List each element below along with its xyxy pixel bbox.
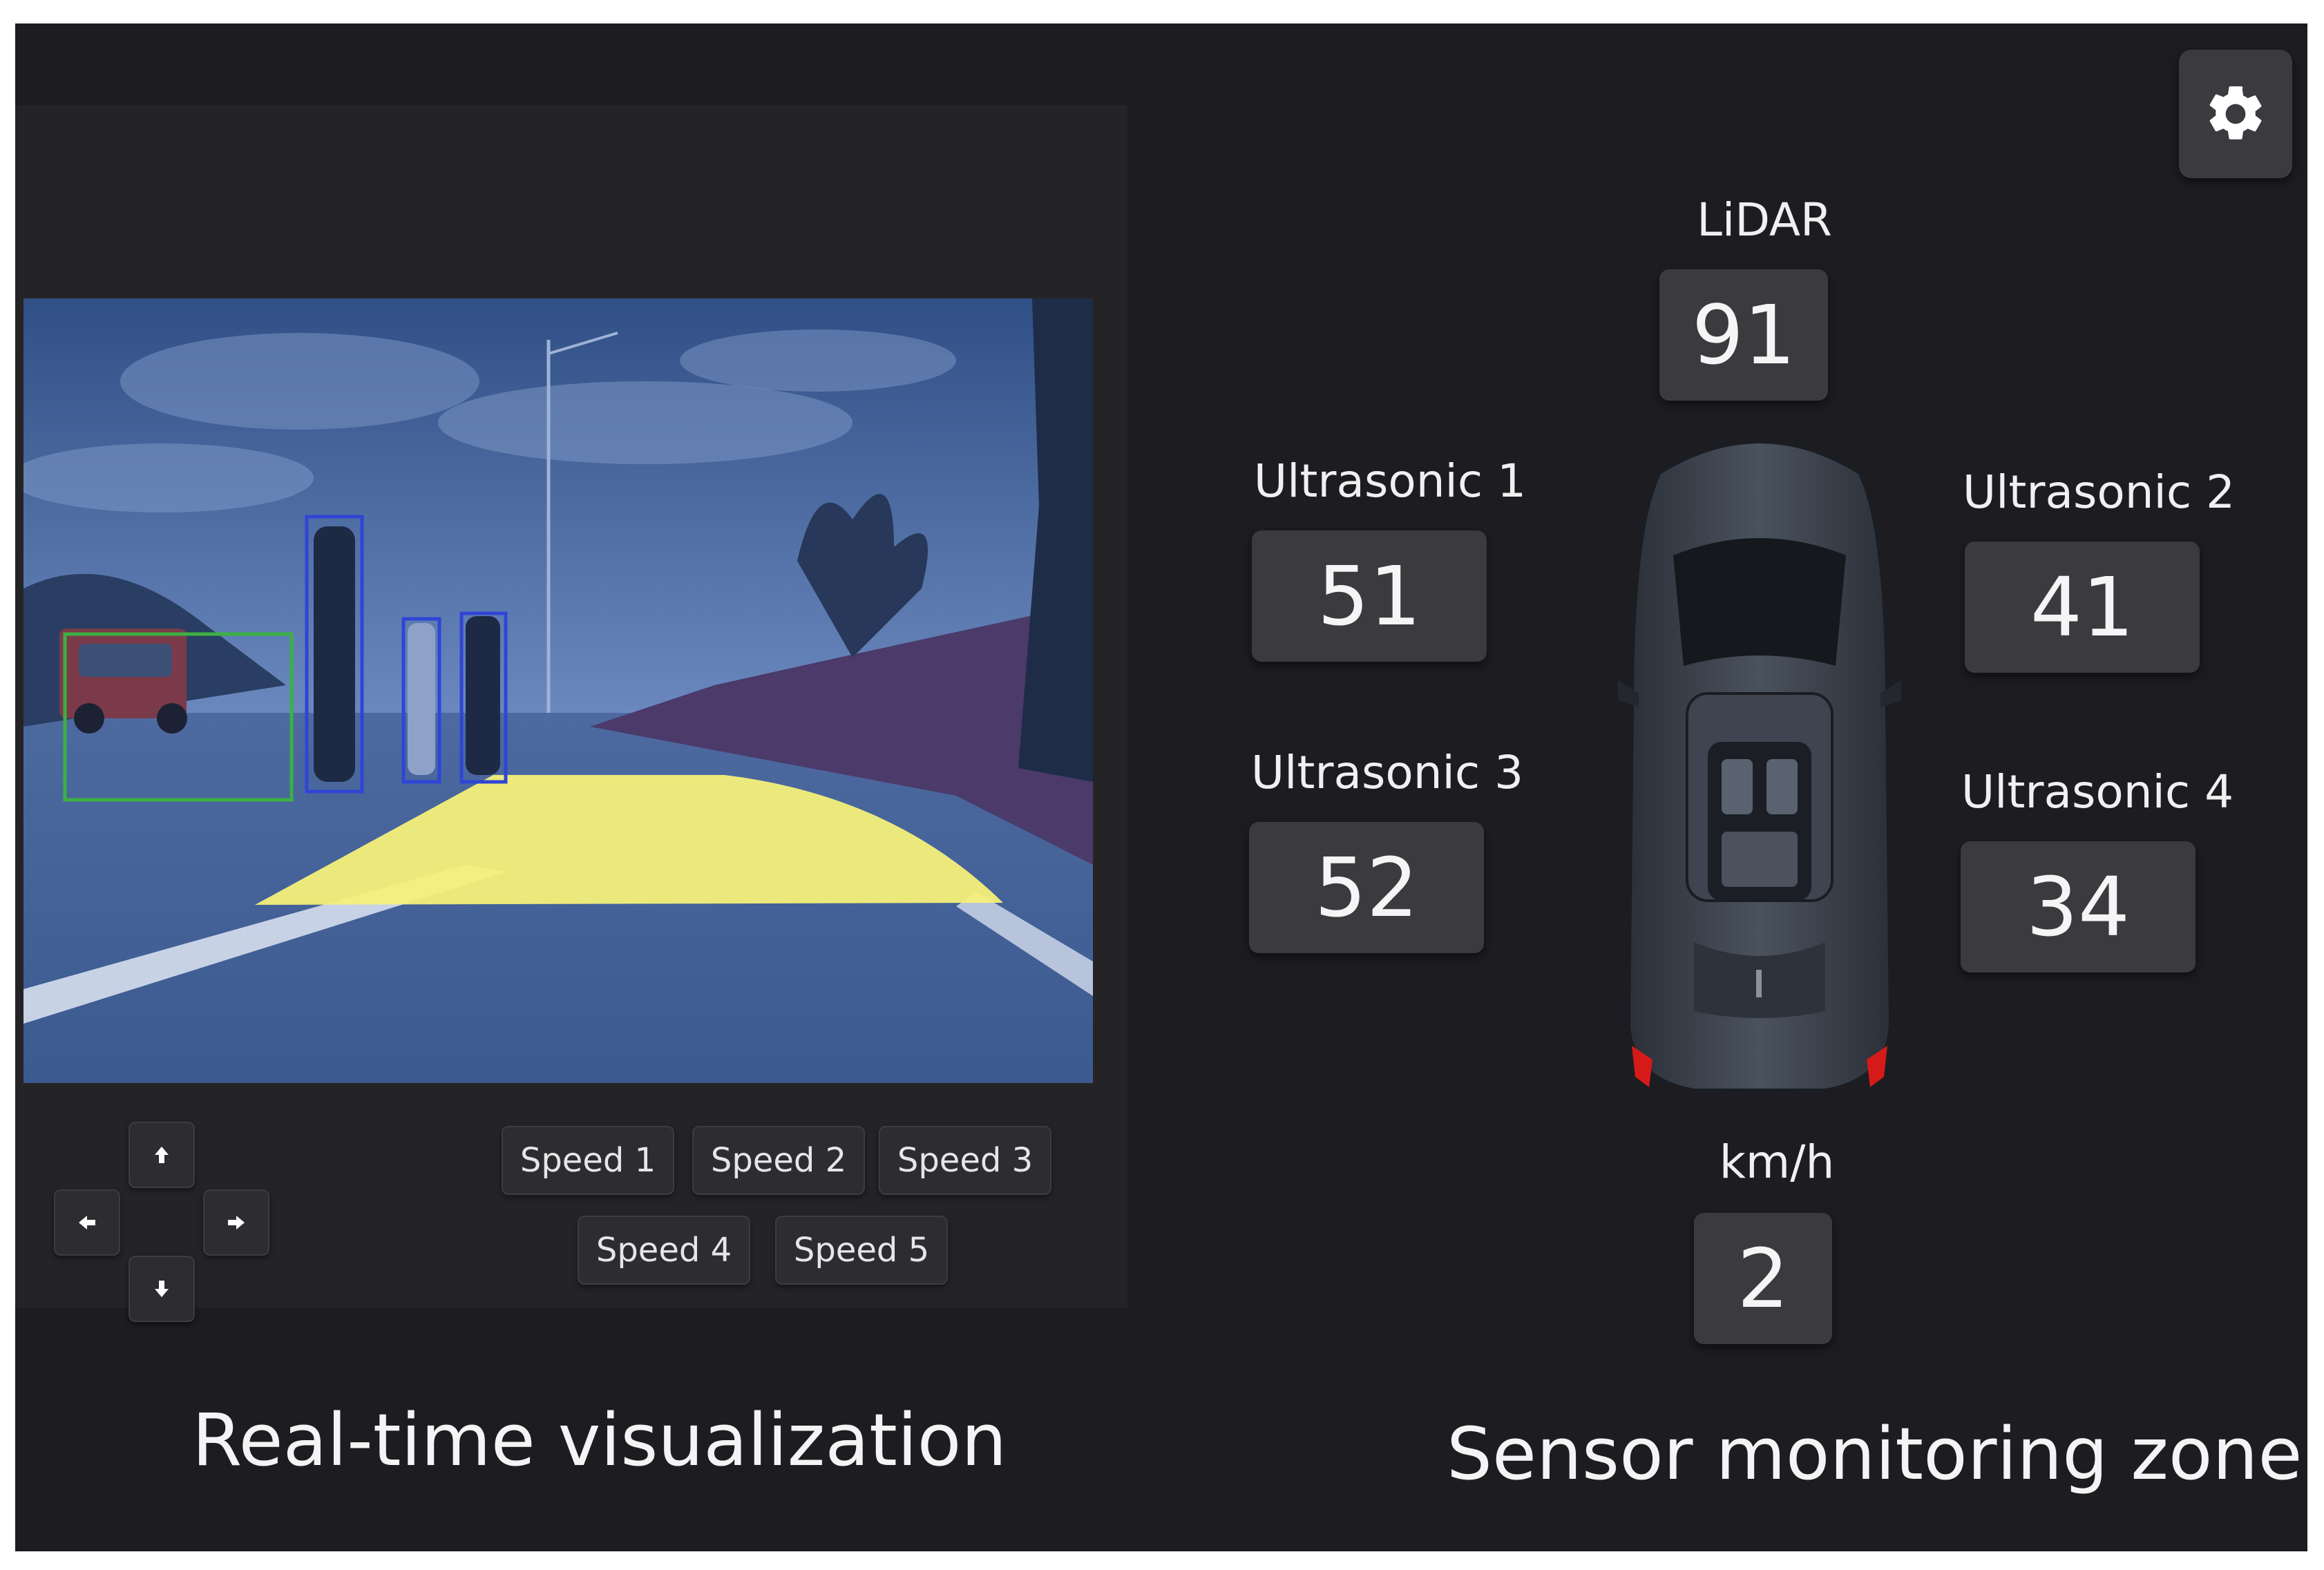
- ultrasonic-2-value: 41: [1965, 542, 2200, 673]
- arrow-right-icon: [228, 1216, 245, 1229]
- lidar-value: 91: [1659, 269, 1828, 401]
- app-window: Speed 1 Speed 2 Speed 3 Speed 4 Speed 5 …: [15, 23, 2307, 1551]
- speed-unit-label: km/h: [1719, 1136, 1835, 1189]
- ultrasonic-4-value: 34: [1961, 841, 2196, 973]
- speed-2-button[interactable]: Speed 2: [692, 1126, 865, 1195]
- camera-frame: [23, 298, 1093, 1083]
- sensor-caption: Sensor monitoring zone: [1447, 1412, 2303, 1496]
- car-illustration: [1618, 439, 1901, 1093]
- ultrasonic-1-label: Ultrasonic 1: [1253, 454, 1527, 508]
- move-down-button[interactable]: [128, 1256, 195, 1322]
- speed-4-button[interactable]: Speed 4: [578, 1216, 750, 1285]
- speed-5-button[interactable]: Speed 5: [775, 1216, 948, 1285]
- arrow-left-icon: [79, 1216, 95, 1229]
- ultrasonic-2-label: Ultrasonic 2: [1962, 466, 2236, 519]
- move-up-button[interactable]: [128, 1122, 195, 1188]
- camera-feed: [23, 298, 1093, 1083]
- speed-3-button[interactable]: Speed 3: [879, 1126, 1051, 1195]
- ultrasonic-3-value: 52: [1249, 822, 1484, 953]
- speed-1-button[interactable]: Speed 1: [502, 1126, 674, 1195]
- video-panel: Speed 1 Speed 2 Speed 3 Speed 4 Speed 5: [15, 105, 1127, 1322]
- vehicle-top-view: [1597, 417, 1922, 1108]
- move-right-button[interactable]: [203, 1189, 269, 1256]
- settings-button[interactable]: [2179, 50, 2292, 178]
- arrow-down-icon: [155, 1281, 169, 1297]
- ultrasonic-1-value: 51: [1252, 530, 1487, 662]
- lidar-label: LiDAR: [1697, 193, 1832, 247]
- ultrasonic-4-label: Ultrasonic 4: [1961, 765, 2234, 818]
- move-left-button[interactable]: [54, 1189, 120, 1256]
- gear-icon: [2209, 86, 2262, 140]
- arrow-up-icon: [155, 1147, 169, 1163]
- speed-value: 2: [1694, 1213, 1832, 1344]
- visualization-caption: Real-time visualization: [192, 1398, 1007, 1482]
- ultrasonic-3-label: Ultrasonic 3: [1250, 746, 1524, 799]
